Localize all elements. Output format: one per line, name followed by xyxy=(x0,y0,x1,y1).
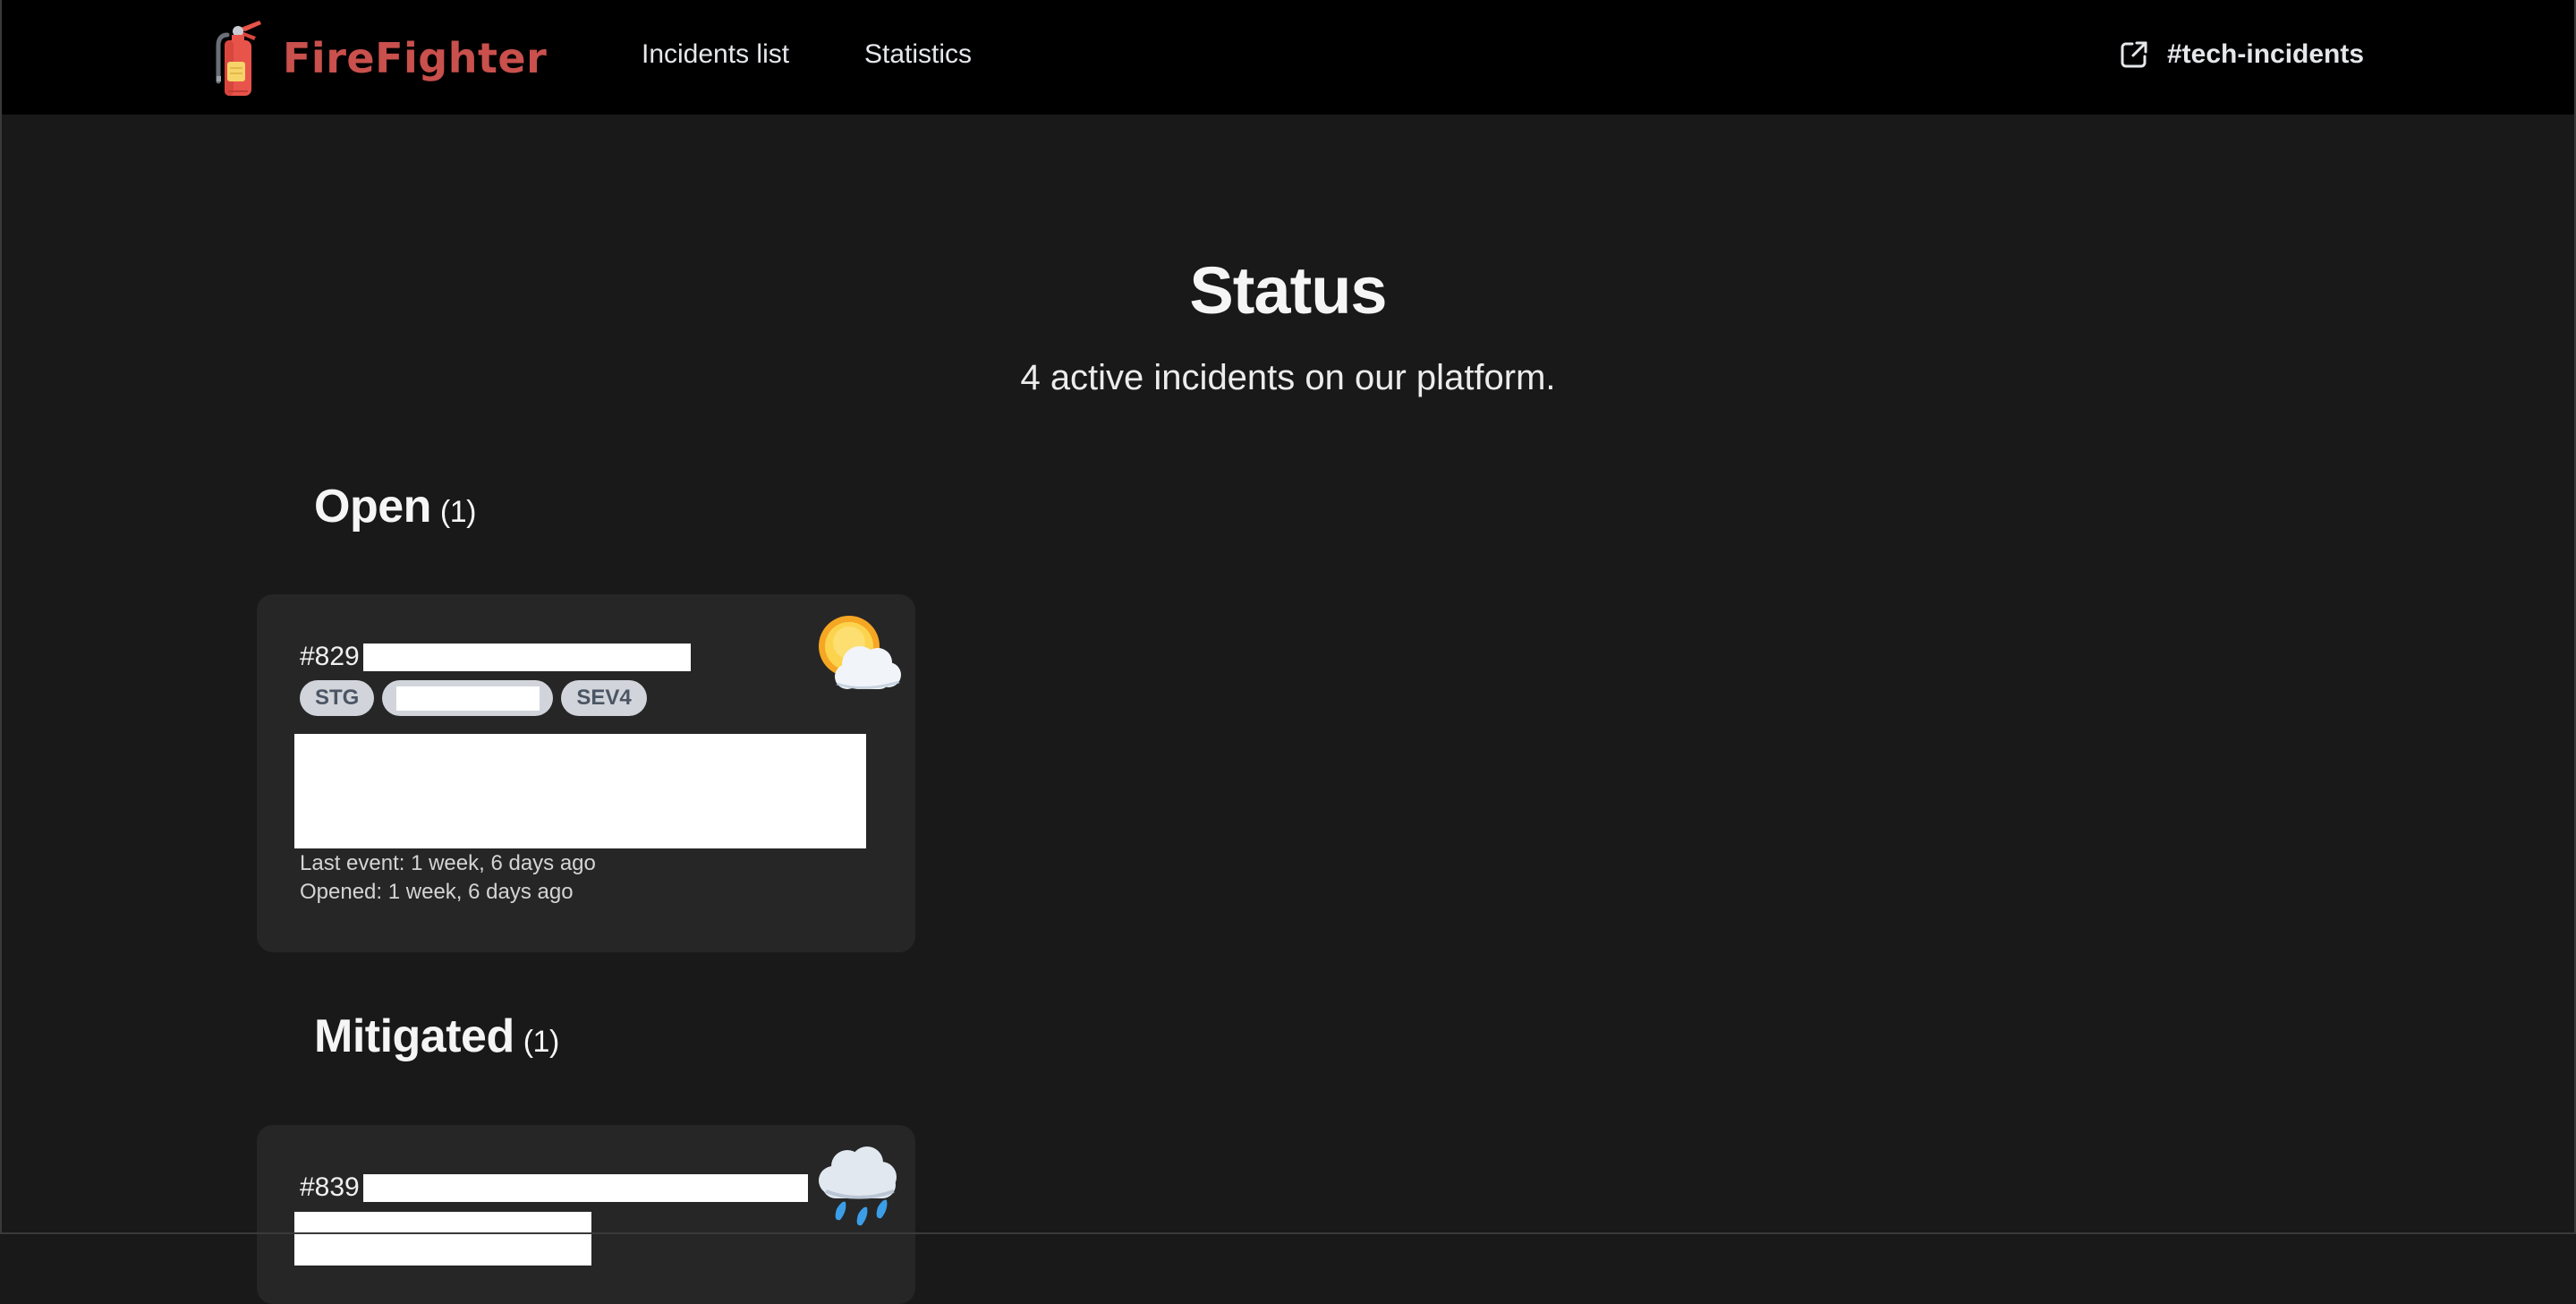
incident-description-redacted xyxy=(294,734,866,848)
nav-statistics[interactable]: Statistics xyxy=(864,39,972,70)
incident-title-row[interactable]: #839 xyxy=(300,1172,808,1203)
environment-tag: STG xyxy=(300,680,375,716)
section-title: Open xyxy=(314,481,431,533)
incident-card[interactable]: #839 xyxy=(257,1125,915,1304)
nav-incidents-list[interactable]: Incidents list xyxy=(642,39,789,70)
brand-name: FireFighter xyxy=(283,34,548,82)
incident-tags: STG SEV4 xyxy=(300,680,647,716)
section-title: Mitigated xyxy=(314,1010,514,1062)
sun-behind-cloud-icon xyxy=(813,612,903,702)
incident-title-redacted xyxy=(362,643,691,671)
fire-extinguisher-icon xyxy=(215,19,270,98)
incident-description-redacted xyxy=(294,1212,591,1266)
section-heading-mitigated: Mitigated (1) xyxy=(314,1010,559,1063)
component-tag xyxy=(382,680,554,716)
channel-label: #tech-incidents xyxy=(2167,39,2365,69)
incident-title-redacted xyxy=(362,1173,808,1202)
section-count: (1) xyxy=(523,1025,560,1059)
incident-card[interactable]: #829 STG SEV4 Last event: 1 week, 6 days… xyxy=(257,594,915,952)
tech-incidents-channel-link[interactable]: #tech-incidents xyxy=(2119,39,2364,70)
opened-time: Opened: 1 week, 6 days ago xyxy=(300,880,574,904)
incident-title-row[interactable]: #829 xyxy=(300,642,691,672)
external-link-icon xyxy=(2119,39,2149,70)
tag-redacted xyxy=(395,686,540,711)
incident-id[interactable]: #829 xyxy=(300,642,360,672)
page-subtitle: 4 active incidents on our platform. xyxy=(1020,358,1556,397)
page-title: Status xyxy=(1189,253,1387,328)
section-heading-open: Open (1) xyxy=(314,480,476,533)
navbar: FireFighter Incidents list Statistics #t… xyxy=(0,0,2576,115)
section-count: (1) xyxy=(439,495,477,529)
cloud-with-rain-icon xyxy=(813,1139,903,1229)
incident-id[interactable]: #839 xyxy=(300,1172,360,1203)
severity-tag: SEV4 xyxy=(561,680,647,716)
last-event-time: Last event: 1 week, 6 days ago xyxy=(300,851,596,875)
brand-logo-link[interactable]: FireFighter xyxy=(215,18,547,98)
